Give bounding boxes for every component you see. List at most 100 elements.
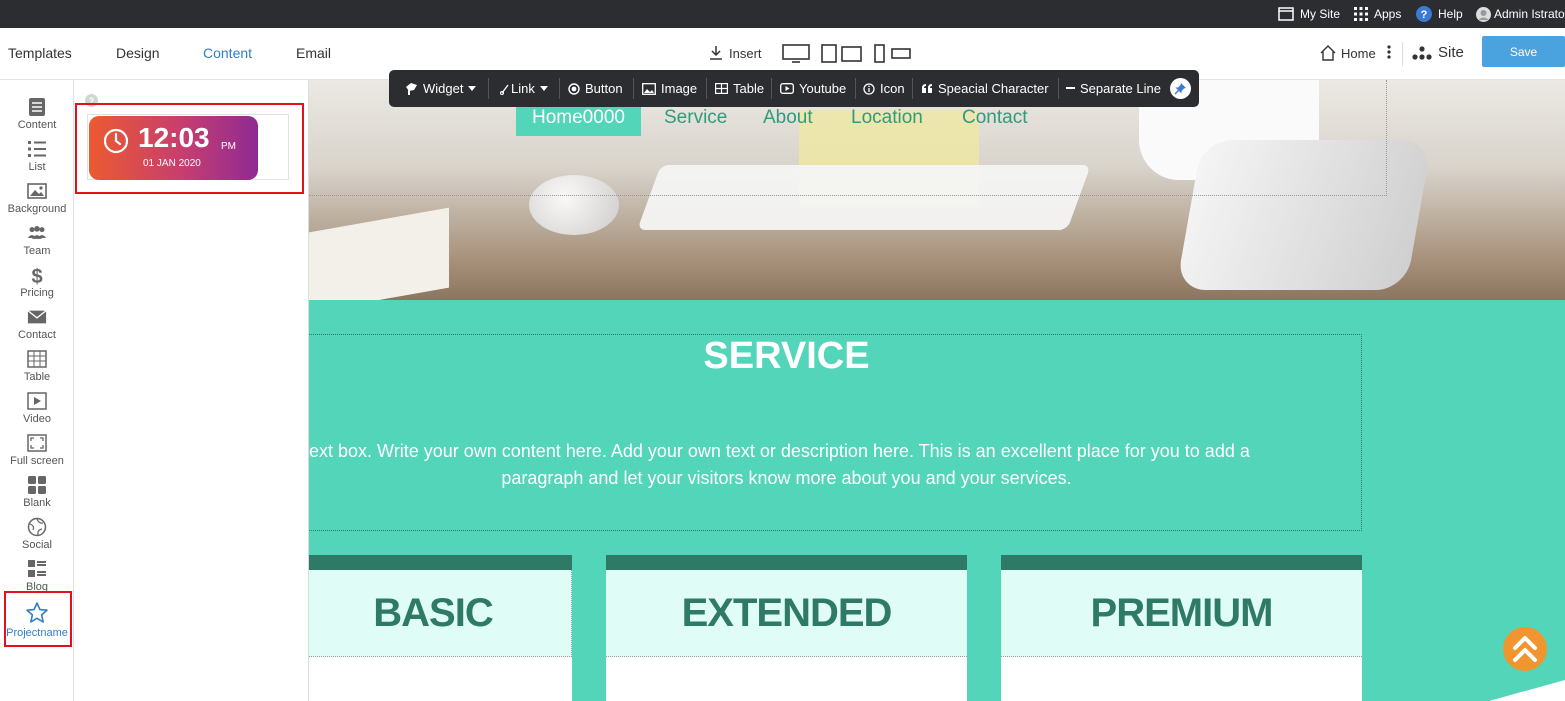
- plan-title-extended: EXTENDED: [606, 570, 967, 657]
- plan-title-premium: PREMIUM: [1001, 570, 1362, 657]
- home-label: Home: [1341, 45, 1376, 61]
- youtube-tool[interactable]: Youtube: [780, 70, 846, 107]
- rail-item-social[interactable]: Social: [0, 517, 74, 551]
- insert-button[interactable]: Insert: [708, 45, 762, 61]
- help-icon: ?: [1416, 6, 1432, 22]
- desktop-view-icon[interactable]: [782, 44, 810, 64]
- service-text-line-2: paragraph and let your visitors know mor…: [501, 468, 1072, 488]
- help-link[interactable]: ? Help: [1416, 0, 1463, 28]
- separate-line-label: Separate Line: [1080, 81, 1161, 96]
- minus-icon: [1066, 87, 1075, 89]
- separator: [706, 78, 707, 99]
- svg-text:?: ?: [1421, 9, 1428, 21]
- user-menu[interactable]: Admin Istrato: [1476, 0, 1565, 28]
- home-page-selector[interactable]: Home: [1320, 45, 1376, 61]
- divider: [1402, 42, 1403, 66]
- pin-toolbar-button[interactable]: [1170, 78, 1191, 99]
- service-text-line-1: ext box. Write your own content here. Ad…: [309, 441, 1250, 461]
- tablet-view-icon[interactable]: [821, 44, 863, 64]
- globe-icon: [27, 517, 47, 537]
- apps-link[interactable]: Apps: [1354, 0, 1401, 28]
- my-site-link[interactable]: My Site: [1278, 0, 1340, 28]
- rail-label-contact: Contact: [18, 329, 56, 341]
- rail-label-social: Social: [22, 539, 52, 551]
- separator: [488, 78, 489, 99]
- insert-floating-toolbar: Widget Link Button Image Table Youtube I…: [389, 70, 1199, 107]
- separate-line-tool[interactable]: Separate Line: [1066, 70, 1161, 107]
- icon-label: Icon: [880, 81, 905, 96]
- service-text: ext box. Write your own content here. Ad…: [309, 438, 1362, 492]
- site-tree-icon: [1412, 45, 1432, 60]
- home-icon: [1320, 45, 1336, 61]
- rail-label-fullscreen: Full screen: [10, 455, 64, 467]
- image-tool[interactable]: Image: [642, 70, 697, 107]
- tab-email[interactable]: Email: [296, 45, 331, 61]
- my-site-label: My Site: [1300, 7, 1341, 21]
- widget-label: Widget: [423, 81, 464, 96]
- link-label: Link: [511, 81, 535, 96]
- plan-card-extended[interactable]: EXTENDED: [606, 555, 967, 701]
- special-character-tool[interactable]: Speacial Character: [921, 70, 1049, 107]
- mobile-view-icon[interactable]: [873, 44, 913, 64]
- svg-text:$: $: [31, 266, 42, 285]
- scroll-to-top-button[interactable]: [1503, 627, 1547, 671]
- insert-label: Insert: [729, 45, 762, 61]
- table-icon: [27, 350, 47, 368]
- plan-card-premium[interactable]: PREMIUM: [1001, 555, 1362, 701]
- tab-design[interactable]: Design: [116, 45, 160, 61]
- link-icon: [500, 84, 509, 95]
- icon-tool[interactable]: Icon: [863, 70, 905, 107]
- rail-item-blank[interactable]: Blank: [0, 475, 74, 509]
- rail-item-table[interactable]: Table: [0, 349, 74, 383]
- separator: [633, 78, 634, 99]
- highlight-box-widget: [75, 103, 304, 194]
- more-vertical-icon[interactable]: [1386, 45, 1392, 59]
- image-icon: [27, 183, 47, 199]
- site-menu[interactable]: Site: [1412, 44, 1464, 61]
- rail-item-fullscreen[interactable]: Full screen: [0, 433, 74, 467]
- rail-label-content: Content: [17, 119, 57, 131]
- top-bar: My Site Apps ? Help Admin Istrato: [0, 0, 1565, 28]
- caret-down-icon: [468, 86, 477, 91]
- youtube-icon: [780, 83, 794, 94]
- grid-icon: [28, 476, 46, 494]
- button-tool[interactable]: Button: [568, 70, 623, 107]
- dollar-icon: $: [31, 266, 42, 285]
- widget-icon: [406, 83, 417, 95]
- hero-paper: [309, 207, 449, 300]
- service-title: SERVICE: [703, 335, 870, 377]
- rail-item-contact[interactable]: Contact: [0, 307, 74, 341]
- apps-label: Apps: [1374, 7, 1402, 21]
- download-icon: [710, 46, 722, 60]
- list-icon: [28, 141, 46, 157]
- tab-templates[interactable]: Templates: [8, 45, 72, 61]
- site-label: Site: [1438, 44, 1464, 61]
- envelope-icon: [27, 310, 47, 324]
- rail-item-pricing[interactable]: $ Pricing: [0, 265, 74, 299]
- info-circle-icon: [863, 82, 875, 95]
- apps-grid-icon: [1354, 7, 1368, 21]
- separator: [1058, 78, 1059, 99]
- special-character-label: Speacial Character: [938, 81, 1049, 96]
- rail-item-video[interactable]: Video: [0, 391, 74, 425]
- widget-dropdown[interactable]: Widget: [405, 70, 477, 107]
- link-dropdown[interactable]: Link: [500, 70, 548, 107]
- team-icon: [27, 226, 47, 239]
- rail-item-content[interactable]: Content: [0, 97, 74, 131]
- service-section[interactable]: SERVICE ext box. Write your own content …: [309, 334, 1362, 531]
- tab-content[interactable]: Content: [203, 45, 252, 61]
- fullscreen-icon: [27, 434, 47, 452]
- rail-item-blog[interactable]: Blog: [0, 559, 74, 593]
- rail-item-list[interactable]: List: [0, 139, 74, 173]
- caret-down-icon: [539, 86, 548, 91]
- table-tool[interactable]: Table: [715, 70, 764, 107]
- button-label: Button: [585, 81, 623, 96]
- user-name: Admin Istrato: [1494, 7, 1565, 21]
- play-icon: [27, 392, 47, 410]
- separator: [912, 78, 913, 99]
- save-button[interactable]: Save: [1482, 36, 1565, 67]
- rail-item-team[interactable]: Team: [0, 223, 74, 257]
- rail-item-background[interactable]: Background: [0, 181, 74, 215]
- plan-card-basic[interactable]: BASIC: [309, 555, 572, 701]
- rail-label-list: List: [28, 161, 46, 173]
